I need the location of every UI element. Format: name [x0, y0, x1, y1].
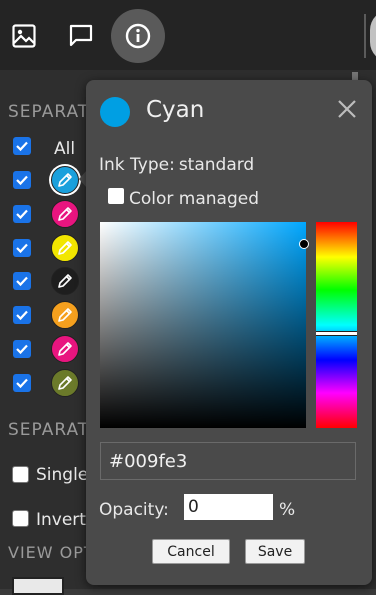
opacity-input[interactable]: 0 — [184, 494, 273, 520]
separation-color-swatch[interactable] — [51, 335, 79, 363]
popup-color-swatch — [100, 97, 130, 127]
all-label: All — [54, 139, 76, 159]
check-icon — [16, 141, 28, 152]
toolbar-right-button[interactable] — [370, 10, 376, 62]
check-icon — [16, 175, 28, 186]
separation-checkbox[interactable] — [13, 204, 31, 223]
all-checkbox[interactable] — [13, 137, 31, 155]
separation-checkbox[interactable] — [13, 272, 31, 291]
toolbar — [0, 0, 376, 70]
view-thumbnail[interactable] — [12, 577, 64, 595]
separation-checkbox[interactable] — [13, 373, 31, 392]
check-icon — [16, 209, 28, 219]
saturation-value-handle[interactable] — [299, 239, 309, 249]
check-icon — [16, 243, 28, 253]
separation-color-swatch[interactable] — [51, 233, 79, 262]
single-label: Single — [36, 465, 89, 485]
separation-checkbox[interactable] — [13, 238, 31, 257]
invert-label: Invert — [36, 510, 86, 530]
pencil-icon — [58, 206, 72, 221]
check-icon — [16, 277, 28, 287]
popup-title: Cyan — [146, 97, 205, 123]
color-managed-label: Color managed — [129, 189, 259, 209]
ink-type-label: Ink Type: — [99, 155, 175, 175]
pencil-icon — [58, 240, 72, 255]
saturation-value-picker[interactable] — [100, 222, 306, 428]
check-icon — [16, 310, 28, 321]
separation-color-swatch[interactable] — [51, 199, 79, 228]
check-icon — [16, 344, 28, 355]
hex-input[interactable]: #009fe3 — [100, 442, 356, 480]
ink-type-value: standard — [178, 155, 255, 175]
invert-checkbox[interactable] — [12, 510, 29, 527]
opacity-label: Opacity: — [99, 500, 169, 520]
separation-checkbox[interactable] — [13, 171, 31, 189]
color-popup: Cyan Ink Type: standard Color managed #00… — [86, 80, 372, 585]
opacity-unit: % — [279, 500, 296, 520]
info-button[interactable] — [111, 9, 165, 63]
image-button[interactable] — [0, 9, 51, 63]
cancel-button[interactable]: Cancel — [152, 539, 230, 564]
color-managed-checkbox[interactable] — [108, 188, 124, 204]
single-checkbox[interactable] — [12, 466, 29, 483]
separation-color-swatch[interactable] — [51, 368, 79, 397]
separation-checkbox[interactable] — [13, 306, 31, 325]
separation-checkbox[interactable] — [13, 340, 31, 358]
separation-color-swatch[interactable] — [51, 166, 79, 194]
comment-icon — [69, 24, 93, 47]
toolbar-divider — [364, 14, 366, 58]
ink-type: Ink Type: standard — [99, 155, 254, 175]
close-icon[interactable] — [336, 98, 358, 120]
info-icon — [125, 23, 151, 49]
pencil-icon — [58, 173, 72, 187]
hue-slider-handle[interactable] — [316, 331, 357, 336]
pencil-icon — [58, 342, 72, 356]
pencil-icon — [58, 375, 72, 390]
hue-slider[interactable] — [316, 222, 357, 428]
comment-button[interactable] — [54, 9, 108, 63]
separation-color-swatch[interactable] — [51, 301, 79, 330]
pencil-icon — [58, 308, 72, 322]
image-icon — [12, 24, 36, 48]
pencil-icon — [58, 274, 72, 289]
check-icon — [16, 378, 28, 388]
save-button[interactable]: Save — [245, 539, 305, 564]
